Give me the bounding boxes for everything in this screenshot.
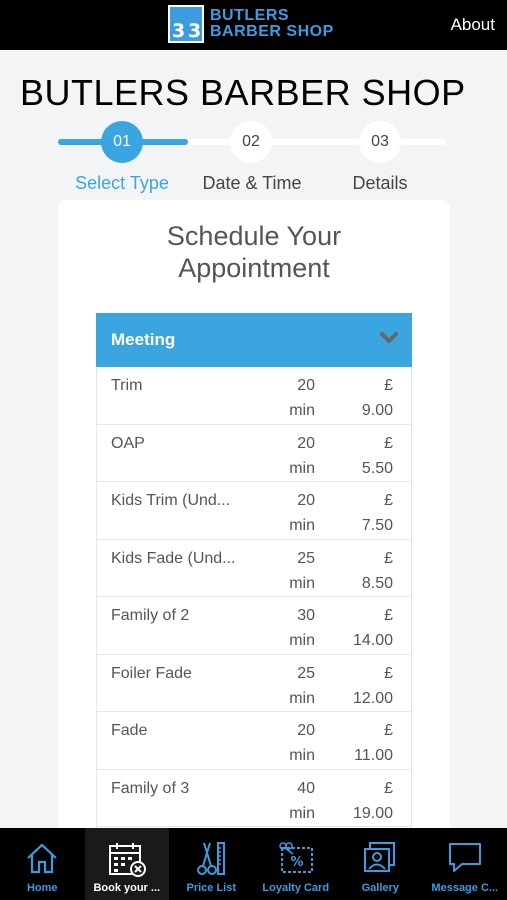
chat-icon bbox=[448, 843, 481, 872]
service-currency: £ bbox=[384, 549, 393, 567]
service-list: Trim 20 min £9.00 OAP 20 min £5.50 Kids Trim (Un… bbox=[96, 367, 412, 840]
service-name: Foiler Fade bbox=[111, 664, 192, 682]
service-price: 11.00 bbox=[354, 747, 393, 764]
app-logo: 3 3 BUTLERS BARBER SHOP bbox=[168, 5, 334, 43]
nav-book[interactable]: Book your ... bbox=[84, 828, 169, 900]
service-price: 8.50 bbox=[361, 574, 393, 592]
step-1-label[interactable]: Select Type bbox=[75, 173, 169, 194]
service-name: Family of 3 bbox=[111, 779, 190, 797]
service-row[interactable]: OAP 20 min £5.50 bbox=[97, 425, 411, 482]
nav-home[interactable]: Home bbox=[0, 828, 85, 900]
service-duration-unit: min bbox=[289, 574, 315, 592]
top-bar: 3 3 BUTLERS BARBER SHOP About bbox=[0, 0, 507, 50]
service-duration: 25 bbox=[297, 664, 315, 682]
nav-price-list[interactable]: Price List bbox=[169, 828, 254, 900]
service-duration-unit: min bbox=[289, 517, 315, 534]
service-price: 9.00 bbox=[361, 402, 393, 419]
service-name: Kids Trim (Und... bbox=[111, 492, 231, 509]
progress-line-remaining bbox=[188, 139, 446, 145]
step-2-circle[interactable]: 02 bbox=[230, 121, 272, 163]
loyalty-card-icon: % bbox=[279, 842, 313, 873]
service-name: Family of 2 bbox=[111, 607, 190, 624]
service-duration: 20 bbox=[297, 434, 315, 452]
service-row[interactable]: Foiler Fade 25 min £12.00 bbox=[97, 655, 411, 712]
service-row[interactable]: Fade 20 min £11.00 bbox=[97, 712, 411, 770]
step-3-circle[interactable]: 03 bbox=[359, 121, 401, 163]
service-currency: £ bbox=[384, 664, 393, 682]
service-row[interactable]: Family of 3 40 min £19.00 bbox=[97, 770, 411, 827]
service-price: 14.00 bbox=[352, 632, 393, 649]
service-row[interactable]: Kids Trim (Und... 20 min £7.50 bbox=[97, 482, 411, 540]
card-title: Schedule Your Appointment bbox=[166, 221, 342, 283]
logo-line1: BUTLERS bbox=[210, 7, 290, 24]
page-title: BUTLERS BARBER SHOP bbox=[20, 72, 466, 113]
service-price: 5.50 bbox=[361, 459, 393, 477]
service-duration-unit: min bbox=[289, 459, 315, 477]
scissors-comb-icon bbox=[197, 842, 226, 875]
nav-gallery[interactable]: Gallery bbox=[338, 828, 423, 900]
nav-message[interactable]: Message C... bbox=[423, 828, 507, 900]
service-currency: £ bbox=[384, 607, 393, 624]
service-price: 7.50 bbox=[361, 517, 393, 534]
gallery-icon bbox=[364, 842, 396, 872]
home-icon bbox=[27, 843, 57, 874]
service-name: Trim bbox=[111, 377, 143, 394]
service-duration-unit: min bbox=[289, 747, 315, 764]
service-price: 19.00 bbox=[352, 804, 393, 822]
service-currency: £ bbox=[384, 492, 393, 509]
service-duration-unit: min bbox=[289, 689, 315, 707]
service-duration: 30 bbox=[297, 607, 315, 624]
service-price: 12.00 bbox=[352, 689, 393, 707]
service-duration: 25 bbox=[297, 549, 315, 567]
service-row[interactable]: Family of 2 30 min £14.00 bbox=[97, 597, 411, 655]
bottom-nav: Home Book your ... Price List % Loyalty … bbox=[0, 828, 507, 900]
service-name: OAP bbox=[111, 434, 145, 452]
step-3-label[interactable]: Details bbox=[352, 173, 407, 194]
service-name: Fade bbox=[111, 722, 148, 739]
service-currency: £ bbox=[384, 434, 393, 452]
booking-stepper: 01 02 03 Select Type Date & Time Details bbox=[0, 118, 507, 198]
service-currency: £ bbox=[384, 377, 393, 394]
service-duration: 20 bbox=[297, 492, 315, 509]
service-currency: £ bbox=[384, 722, 393, 739]
nav-loyalty-card[interactable]: % Loyalty Card bbox=[254, 828, 339, 900]
service-row[interactable]: Kids Fade (Und... 25 min £8.50 bbox=[97, 540, 411, 597]
chevron-down-icon bbox=[380, 331, 398, 350]
service-duration-unit: min bbox=[289, 632, 315, 649]
step-1-circle[interactable]: 01 bbox=[101, 121, 143, 163]
service-duration-unit: min bbox=[289, 804, 315, 822]
service-duration: 20 bbox=[297, 722, 315, 739]
logo-line2: BARBER SHOP bbox=[210, 23, 334, 40]
step-2-label[interactable]: Date & Time bbox=[202, 173, 301, 194]
service-duration-unit: min bbox=[289, 402, 315, 419]
calendar-icon bbox=[108, 843, 146, 877]
service-duration: 20 bbox=[297, 377, 315, 394]
service-duration: 40 bbox=[297, 779, 315, 797]
logo-mark: 3 3 bbox=[168, 5, 204, 43]
service-name: Kids Fade (Und... bbox=[111, 549, 236, 567]
service-type-value: Meeting bbox=[111, 330, 176, 349]
about-link[interactable]: About bbox=[451, 15, 495, 35]
service-type-select[interactable]: Meeting bbox=[96, 313, 412, 367]
service-row[interactable]: Trim 20 min £9.00 bbox=[97, 367, 411, 425]
svg-text:%: % bbox=[290, 855, 303, 870]
service-currency: £ bbox=[384, 779, 393, 797]
